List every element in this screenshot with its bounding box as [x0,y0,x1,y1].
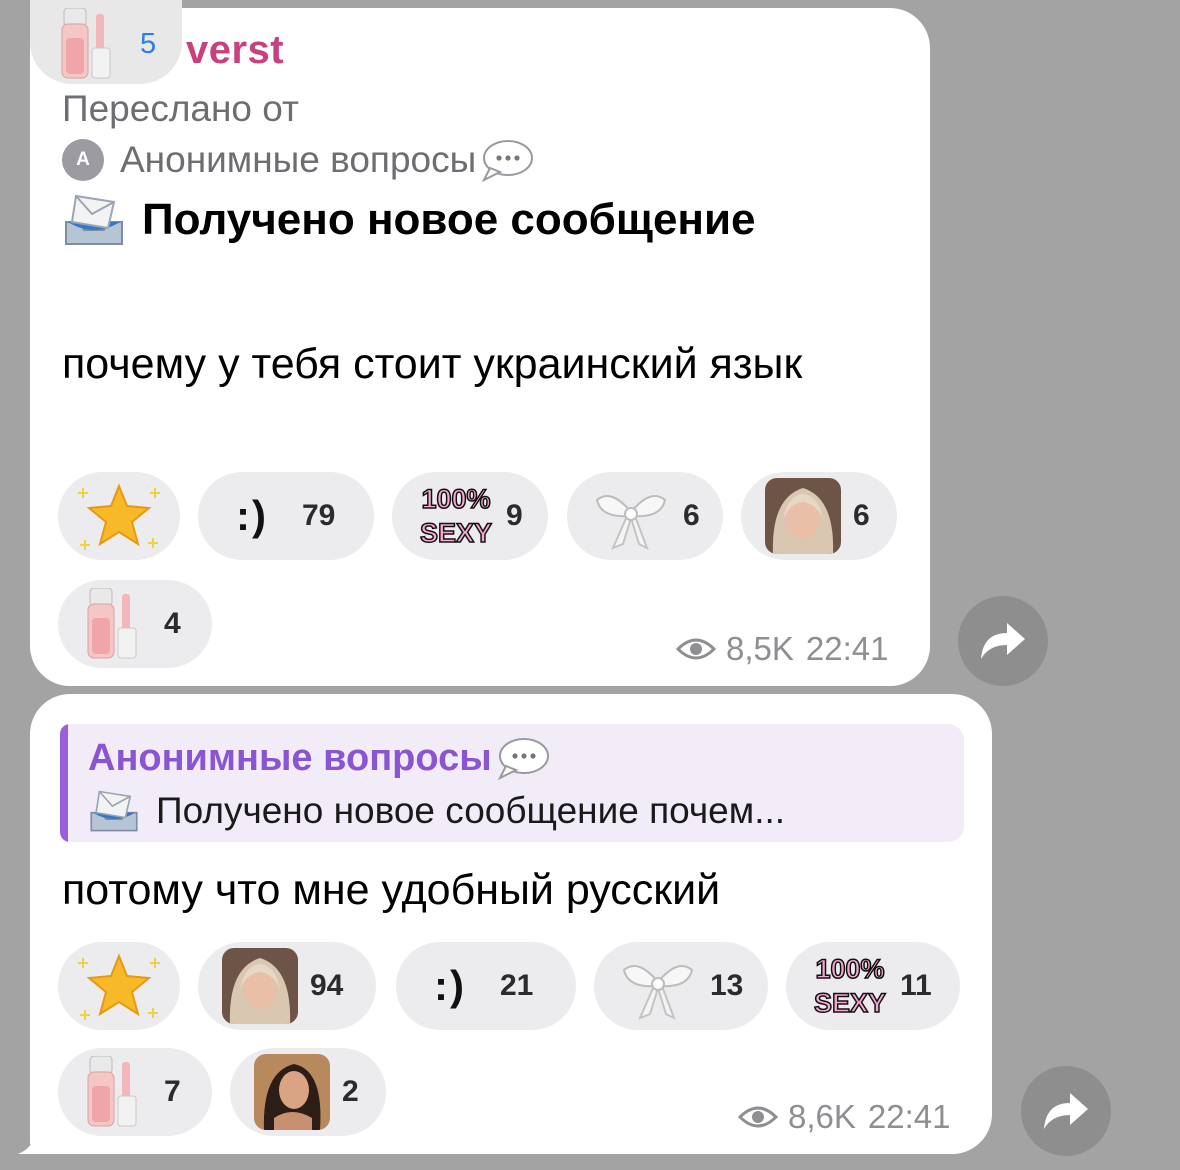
inbox-envelope-icon [65,194,123,245]
reaction-count: 6 [683,499,700,532]
reaction-avatar-brunette[interactable]: 2 [230,1048,386,1136]
bow-icon [595,495,667,551]
svg-text:100%: 100% [815,954,884,984]
reaction-smiley[interactable]: :) 21 [396,942,576,1030]
forwarded-label: Переслано от [62,88,299,129]
message-text: потому что мне удобный русский [62,866,721,914]
avatar-photo-blonde-icon [222,948,298,1024]
share-arrow-icon [1044,1093,1088,1129]
reaction-lip-gloss[interactable]: 4 [58,580,212,668]
reaction-count: 11 [900,969,932,1002]
reply-author: Анонимные вопросы [88,736,550,780]
view-count: 8,5K [726,630,794,667]
svg-text:SEXY: SEXY [814,988,886,1018]
smiley-text-icon: :) [434,962,466,1009]
reaction-count: 94 [310,969,344,1002]
share-arrow-icon [981,623,1025,659]
reaction-count: 13 [710,969,744,1002]
reaction-count: 79 [301,499,336,532]
sparkle-star-icon [78,483,160,550]
reaction-100-sexy[interactable]: 100% SEXY 11 [786,942,960,1030]
svg-text:100%: 100% [421,484,490,514]
view-count: 8,6K [788,1098,856,1135]
eye-icon [676,638,716,660]
reaction-count: 9 [506,499,523,532]
100-sexy-sticker-icon: 100% SEXY [813,953,887,1019]
reaction-avatar-blonde[interactable]: 94 [198,942,376,1030]
sparkle-star-icon [78,953,160,1020]
speech-bubble-icon [497,738,549,780]
message-title: Получено новое сообщение [62,192,756,248]
forwarded-source-name: Анонимные вопросы [120,139,477,180]
reply-preview[interactable]: Анонимные вопросы Получено новое сообщен… [60,724,964,842]
reply-accent-bar [60,724,68,842]
author-avatar-badge[interactable]: 5 [30,0,182,84]
eye-icon [738,1106,778,1128]
lip-gloss-icon [87,1056,137,1127]
forwarded-source[interactable]: A Анонимные вопросы [62,138,534,182]
avatar-photo-blonde-icon [765,478,841,554]
lip-gloss-icon [87,588,137,659]
share-button[interactable] [958,596,1048,686]
smiley-text-icon: :) [236,492,268,539]
reply-snippet: Получено новое сообщение почем... [156,790,786,831]
message-meta: 8,6K 22:41 [738,1098,950,1136]
reaction-sparkle-star[interactable] [58,942,180,1030]
bow-icon [622,965,694,1021]
message-text: почему у тебя стоит украинский язык [62,340,803,388]
reaction-lip-gloss[interactable]: 7 [58,1048,212,1136]
reply-author-name: Анонимные вопросы [88,736,492,779]
inbox-envelope-icon [90,790,138,832]
reaction-count: 7 [164,1075,181,1108]
reaction-count: 2 [342,1075,359,1108]
message-meta: 8,5K 22:41 [676,630,888,668]
reaction-count: 21 [499,969,534,1002]
reply-text: Получено новое сообщение почем... [88,788,785,834]
reaction-bow[interactable]: 13 [594,942,768,1030]
svg-text:SEXY: SEXY [420,518,492,548]
reaction-count: 4 [164,607,181,640]
forwarded-source-avatar: A [62,139,104,181]
reaction-avatar-blonde[interactable]: 6 [741,472,897,560]
author-badge-count: 5 [140,28,157,60]
message-title-text: Получено новое сообщение [142,195,756,244]
100-sexy-sticker-icon: 100% SEXY [419,483,493,549]
reaction-smiley[interactable]: :) 79 [198,472,374,560]
share-button[interactable] [1021,1066,1111,1156]
message-time: 22:41 [867,1098,951,1135]
speech-bubble-icon [482,140,534,182]
reaction-sparkle-star[interactable] [58,472,180,560]
avatar-photo-brunette-icon [254,1054,330,1130]
reaction-bow[interactable]: 6 [567,472,723,560]
message-time: 22:41 [805,630,889,667]
reaction-count: 6 [853,499,870,532]
author-name[interactable]: verst [186,28,284,73]
reaction-100-sexy[interactable]: 100% SEXY 9 [392,472,548,560]
lip-gloss-icon [61,8,111,79]
bubble-tail [18,1126,58,1154]
